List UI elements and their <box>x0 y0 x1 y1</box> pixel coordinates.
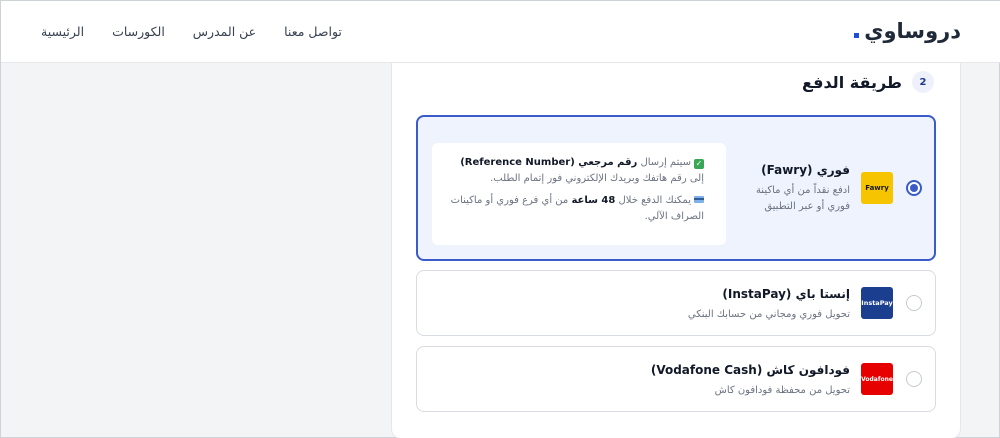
step-number-badge: 2 <box>912 71 934 93</box>
instapay-logo-icon: InstaPay <box>861 287 893 319</box>
top-header: دروساوي الرئيسية الكورسات عن المدرس تواص… <box>1 1 1000 63</box>
nav-home[interactable]: الرئيسية <box>41 24 84 39</box>
logo-text: دروساوي <box>864 19 961 43</box>
fawry-text: فوري (Fawry) ادفع نقداً من أي ماكينة فور… <box>740 163 850 215</box>
info-bold: 48 ساعة <box>571 195 616 206</box>
section-header: 2 طريقة الدفع <box>802 71 934 93</box>
info-text: يمكنك الدفع خلال <box>615 195 692 206</box>
vodafone-desc: تحويل من محفظة فودافون كاش <box>714 385 850 396</box>
site-logo[interactable]: دروساوي <box>854 19 961 43</box>
payment-option-fawry[interactable]: Fawry فوري (Fawry) ادفع نقداً من أي ماكي… <box>416 115 936 261</box>
instapay-desc: تحويل فوري ومجاني من حسابك البنكي <box>687 309 850 320</box>
check-icon: ✓ <box>694 159 704 169</box>
fawry-logo-icon: Fawry <box>861 172 893 204</box>
main-nav: الرئيسية الكورسات عن المدرس تواصل معنا <box>41 24 342 39</box>
fawry-radio[interactable] <box>906 180 922 196</box>
payment-option-vodafone-cash[interactable]: Vodafone فودافون كاش (Vodafone Cash) تحو… <box>416 346 936 412</box>
instapay-text: إنستا باي (InstaPay) تحويل فوري ومجاني م… <box>650 287 850 323</box>
fawry-info-box: ✓سيتم إرسال رقم مرجعي (Reference Number)… <box>432 143 726 245</box>
vodafone-text: فودافون كاش (Vodafone Cash) تحويل من محف… <box>650 363 850 399</box>
fawry-title: فوري (Fawry) <box>761 163 850 177</box>
instapay-title: إنستا باي (InstaPay) <box>722 287 850 301</box>
logo-dot-icon <box>854 33 860 38</box>
info-line-deadline: يمكنك الدفع خلال 48 ساعة من أي فرع فوري … <box>446 193 704 225</box>
nav-contact[interactable]: تواصل معنا <box>284 24 342 39</box>
vodafone-logo-icon: Vodafone <box>861 363 893 395</box>
info-text: سيتم إرسال <box>637 157 691 168</box>
credit-card-icon <box>694 196 704 203</box>
section-title: طريقة الدفع <box>802 72 902 92</box>
vodafone-title: فودافون كاش (Vodafone Cash) <box>650 363 850 377</box>
payment-card: 2 طريقة الدفع Fawry فوري (Fawry) ادفع نق… <box>391 63 961 438</box>
payment-option-instapay[interactable]: InstaPay إنستا باي (InstaPay) تحويل فوري… <box>416 270 936 336</box>
info-text: إلى رقم هاتفك وبريدك الإلكتروني فور إتما… <box>490 173 704 184</box>
nav-courses[interactable]: الكورسات <box>112 24 165 39</box>
info-line-reference: ✓سيتم إرسال رقم مرجعي (Reference Number)… <box>446 155 704 187</box>
vodafone-radio[interactable] <box>906 371 922 387</box>
fawry-desc: ادفع نقداً من أي ماكينة فوري أو عبر التط… <box>755 185 850 212</box>
nav-about-teacher[interactable]: عن المدرس <box>193 24 256 39</box>
info-bold: رقم مرجعي (Reference Number) <box>460 157 638 168</box>
instapay-radio[interactable] <box>906 295 922 311</box>
